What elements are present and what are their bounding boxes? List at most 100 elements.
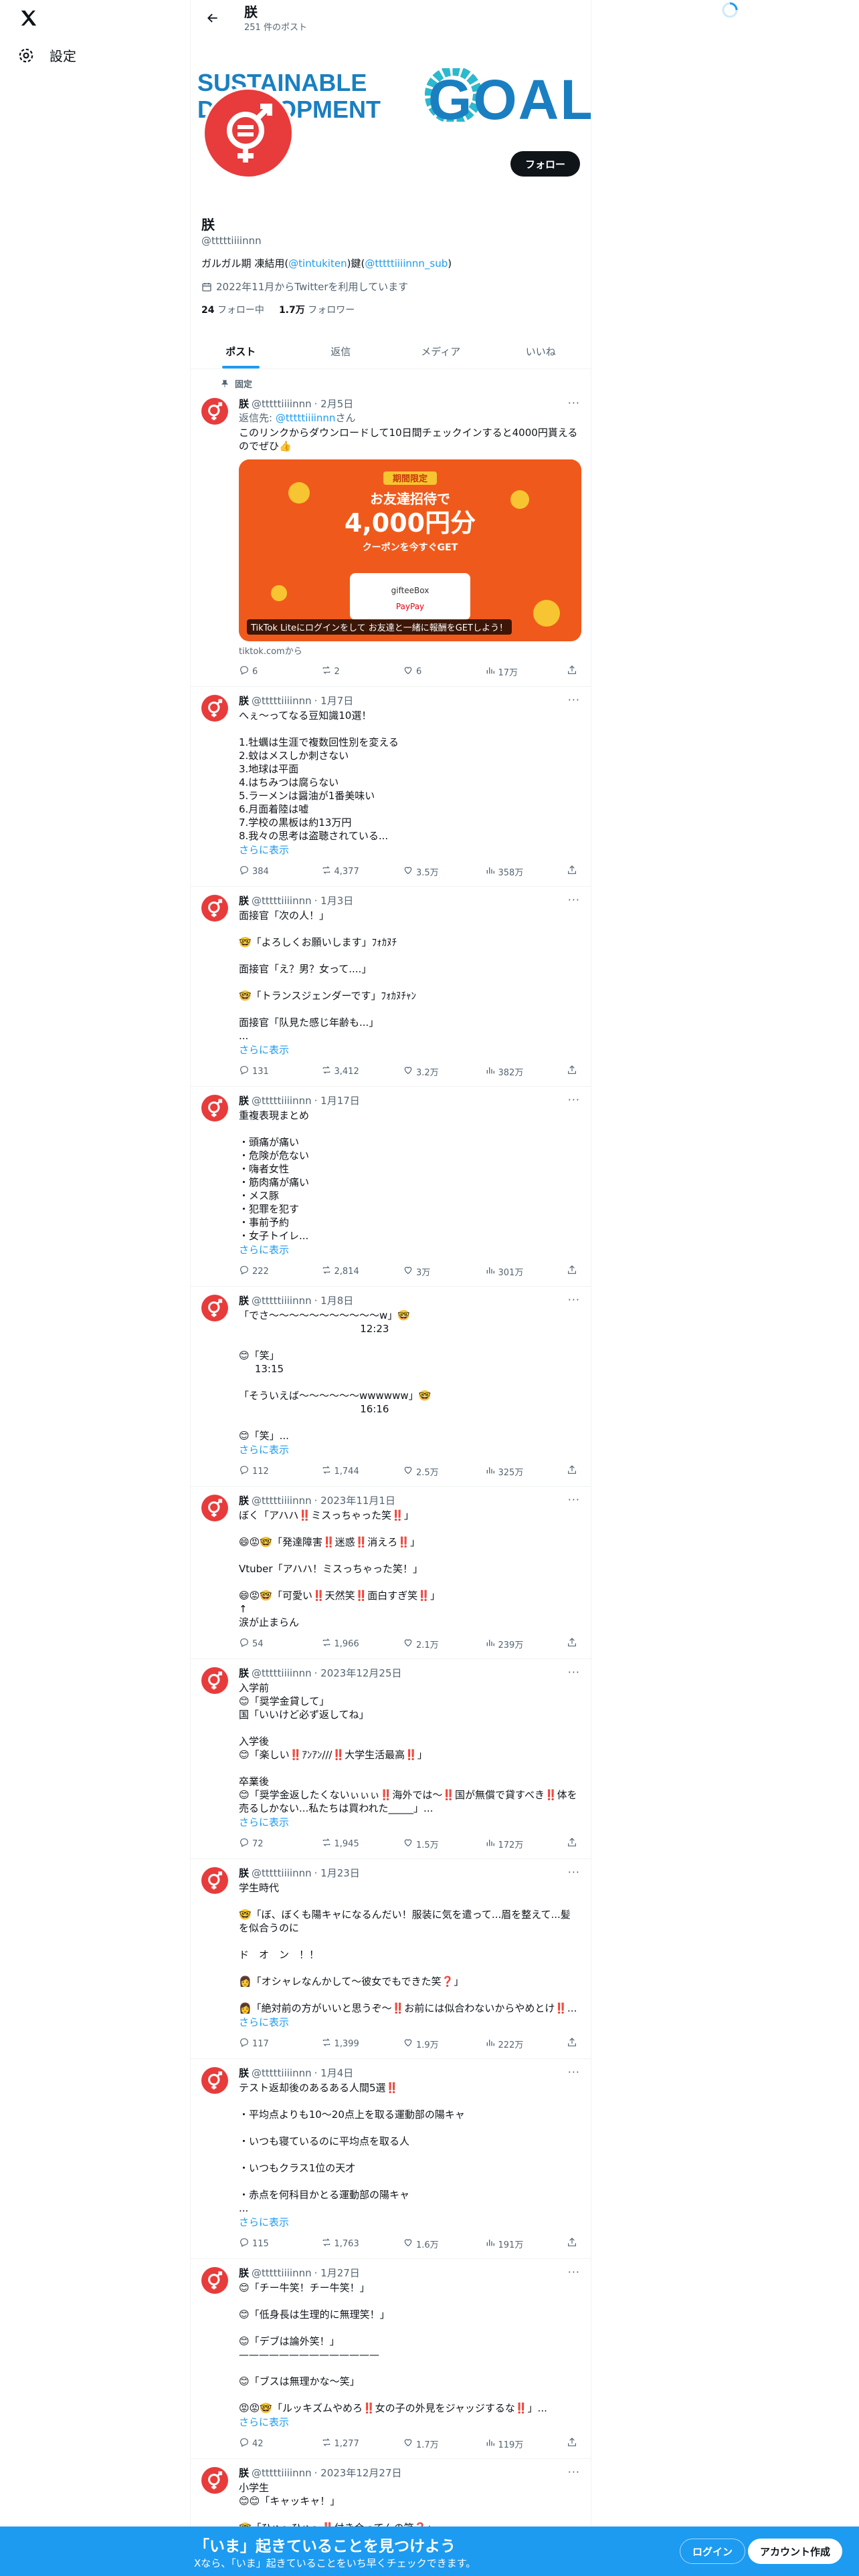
- tweet[interactable]: 朕 @tttttiiiinnn · 1月23日 ··· 学生時代 🤓「ぼ、ぼくも陽キャに…: [191, 1859, 591, 2059]
- tweet[interactable]: 朕 @tttttiiiinnn · 1月3日 ··· 面接官「次の人！」 🤓「よろしくお…: [191, 887, 591, 1087]
- show-more-link[interactable]: さらに表示: [239, 2215, 580, 2229]
- repost-button[interactable]: 1,399: [321, 2037, 361, 2050]
- views-button[interactable]: 119万: [485, 2437, 525, 2450]
- profile-avatar[interactable]: [202, 87, 294, 179]
- reply-button[interactable]: 222: [239, 1265, 279, 1278]
- tab-media[interactable]: メディア: [391, 334, 491, 368]
- views-button[interactable]: 222万: [485, 2037, 525, 2050]
- tweet-avatar[interactable]: [201, 1095, 228, 1121]
- more-options-icon[interactable]: ···: [568, 2066, 580, 2078]
- more-options-icon[interactable]: ···: [568, 1666, 580, 1679]
- tweet-date[interactable]: · 1月23日: [314, 1866, 360, 1880]
- tweet[interactable]: 朕 @tttttiiiinnn · 2023年11月1日 ··· ぼく「アハハ‼️ミスっ…: [191, 1487, 591, 1659]
- show-more-link[interactable]: さらに表示: [239, 2015, 580, 2029]
- reply-button[interactable]: 42: [239, 2437, 279, 2450]
- share-button[interactable]: [567, 2037, 580, 2050]
- reply-button[interactable]: 115: [239, 2237, 279, 2250]
- tweet-author-name[interactable]: 朕: [239, 2266, 249, 2280]
- views-button[interactable]: 17万: [485, 665, 525, 678]
- share-button[interactable]: [567, 1065, 580, 1078]
- show-more-link[interactable]: さらに表示: [239, 1815, 580, 1829]
- reply-button[interactable]: 117: [239, 2037, 279, 2050]
- tweet-author-name[interactable]: 朕: [239, 693, 249, 708]
- reply-button[interactable]: 131: [239, 1065, 279, 1078]
- tweet-avatar[interactable]: [201, 695, 228, 722]
- followers-link[interactable]: 1.7万 フォロワー: [279, 303, 355, 316]
- tweet-author-handle[interactable]: @tttttiiiinnn: [252, 895, 312, 907]
- like-button[interactable]: 3.5万: [403, 865, 443, 878]
- repost-button[interactable]: 2: [321, 665, 361, 678]
- repost-button[interactable]: 1,744: [321, 1465, 361, 1478]
- reply-button[interactable]: 384: [239, 865, 279, 878]
- tweet-author-handle[interactable]: @tttttiiiinnn: [252, 1295, 312, 1307]
- reply-to-handle[interactable]: @tttttiiiinnn: [276, 412, 336, 424]
- more-options-icon[interactable]: ···: [568, 893, 580, 906]
- reply-button[interactable]: 6: [239, 665, 279, 678]
- views-button[interactable]: 239万: [485, 1637, 525, 1650]
- reply-button[interactable]: 54: [239, 1637, 279, 1650]
- tweet-author-name[interactable]: 朕: [239, 1493, 249, 1507]
- like-button[interactable]: 2.5万: [403, 1465, 443, 1478]
- more-options-icon[interactable]: ···: [568, 1493, 580, 1506]
- tweet-date[interactable]: · 2月5日: [314, 397, 354, 411]
- more-options-icon[interactable]: ···: [568, 1093, 580, 1106]
- more-options-icon[interactable]: ···: [568, 2466, 580, 2478]
- tweet-date[interactable]: · 1月27日: [314, 2266, 360, 2280]
- tweet-author-name[interactable]: 朕: [239, 1666, 249, 1680]
- show-more-link[interactable]: さらに表示: [239, 1442, 580, 1457]
- tab-likes[interactable]: いいね: [491, 334, 591, 368]
- link-card[interactable]: 期間限定 お友達招待で 4,000円分 クーポンを今すぐGET gifteeBox Pay…: [239, 459, 581, 641]
- tweet[interactable]: 朕 @tttttiiiinnn · 1月17日 ··· 重複表現まとめ ・頭痛が痛い ・…: [191, 1087, 591, 1287]
- following-link[interactable]: 24 フォロー中: [201, 303, 264, 316]
- tweet-author-handle[interactable]: @tttttiiiinnn: [252, 1495, 312, 1507]
- settings-link[interactable]: 設定: [17, 45, 76, 65]
- tweet-avatar[interactable]: [201, 1667, 228, 1694]
- like-button[interactable]: 1.6万: [403, 2237, 443, 2250]
- tweet-date[interactable]: · 2023年11月1日: [314, 1493, 395, 1507]
- tweet-date[interactable]: · 1月17日: [314, 1093, 360, 1107]
- show-more-link[interactable]: さらに表示: [239, 1243, 580, 1257]
- repost-button[interactable]: 4,377: [321, 865, 361, 878]
- like-button[interactable]: 1.7万: [403, 2437, 443, 2450]
- bio-link-2[interactable]: @tttttiiiinnn_sub: [365, 257, 448, 270]
- tab-replies[interactable]: 返信: [291, 334, 391, 368]
- show-more-link[interactable]: さらに表示: [239, 843, 580, 857]
- tweet-author-name[interactable]: 朕: [239, 2066, 249, 2080]
- back-arrow-icon[interactable]: [201, 7, 224, 29]
- views-button[interactable]: 301万: [485, 1265, 525, 1278]
- tweet-avatar[interactable]: [201, 895, 228, 922]
- tweet-author-name[interactable]: 朕: [239, 893, 249, 907]
- repost-button[interactable]: 1,945: [321, 1837, 361, 1850]
- tweet-author-handle[interactable]: @tttttiiiinnn: [252, 398, 312, 410]
- tweet-avatar[interactable]: [201, 1295, 228, 1321]
- tweet-date[interactable]: · 1月3日: [314, 893, 354, 907]
- tweet-author-handle[interactable]: @tttttiiiinnn: [252, 2067, 312, 2079]
- share-button[interactable]: [567, 2237, 580, 2250]
- tweet[interactable]: 朕 @tttttiiiinnn · 1月27日 ··· 😊「チー牛笑！チー牛笑！」 😊「…: [191, 2259, 591, 2459]
- views-button[interactable]: 358万: [485, 865, 525, 878]
- tweet-author-name[interactable]: 朕: [239, 1093, 249, 1107]
- tweet-date[interactable]: · 1月8日: [314, 1293, 354, 1307]
- views-button[interactable]: 325万: [485, 1465, 525, 1478]
- tweet-author-handle[interactable]: @tttttiiiinnn: [252, 1095, 312, 1107]
- share-button[interactable]: [567, 1265, 580, 1278]
- views-button[interactable]: 172万: [485, 1837, 525, 1850]
- tweet-avatar[interactable]: [201, 398, 228, 425]
- repost-button[interactable]: 1,277: [321, 2437, 361, 2450]
- like-button[interactable]: 2.1万: [403, 1637, 443, 1650]
- reply-button[interactable]: 112: [239, 1465, 279, 1478]
- tweet-avatar[interactable]: [201, 2067, 228, 2094]
- repost-button[interactable]: 2,814: [321, 1265, 361, 1278]
- tweet[interactable]: 朕 @tttttiiiinnn · 2月5日 ··· 返信先: @tttttiiiinn…: [191, 390, 591, 687]
- tweet-author-name[interactable]: 朕: [239, 2466, 249, 2480]
- share-button[interactable]: [567, 865, 580, 878]
- tweet[interactable]: 朕 @tttttiiiinnn · 1月8日 ··· 「でさ〜〜〜〜〜〜〜〜〜〜〜w」🤓…: [191, 1287, 591, 1487]
- show-more-link[interactable]: さらに表示: [239, 1043, 580, 1057]
- bio-link-1[interactable]: @tintukiten: [288, 257, 347, 270]
- like-button[interactable]: 1.9万: [403, 2037, 443, 2050]
- tweet-avatar[interactable]: [201, 1495, 228, 1521]
- views-button[interactable]: 191万: [485, 2237, 525, 2250]
- views-button[interactable]: 382万: [485, 1065, 525, 1078]
- show-more-link[interactable]: さらに表示: [239, 2415, 580, 2429]
- login-button[interactable]: ログイン: [680, 2539, 746, 2564]
